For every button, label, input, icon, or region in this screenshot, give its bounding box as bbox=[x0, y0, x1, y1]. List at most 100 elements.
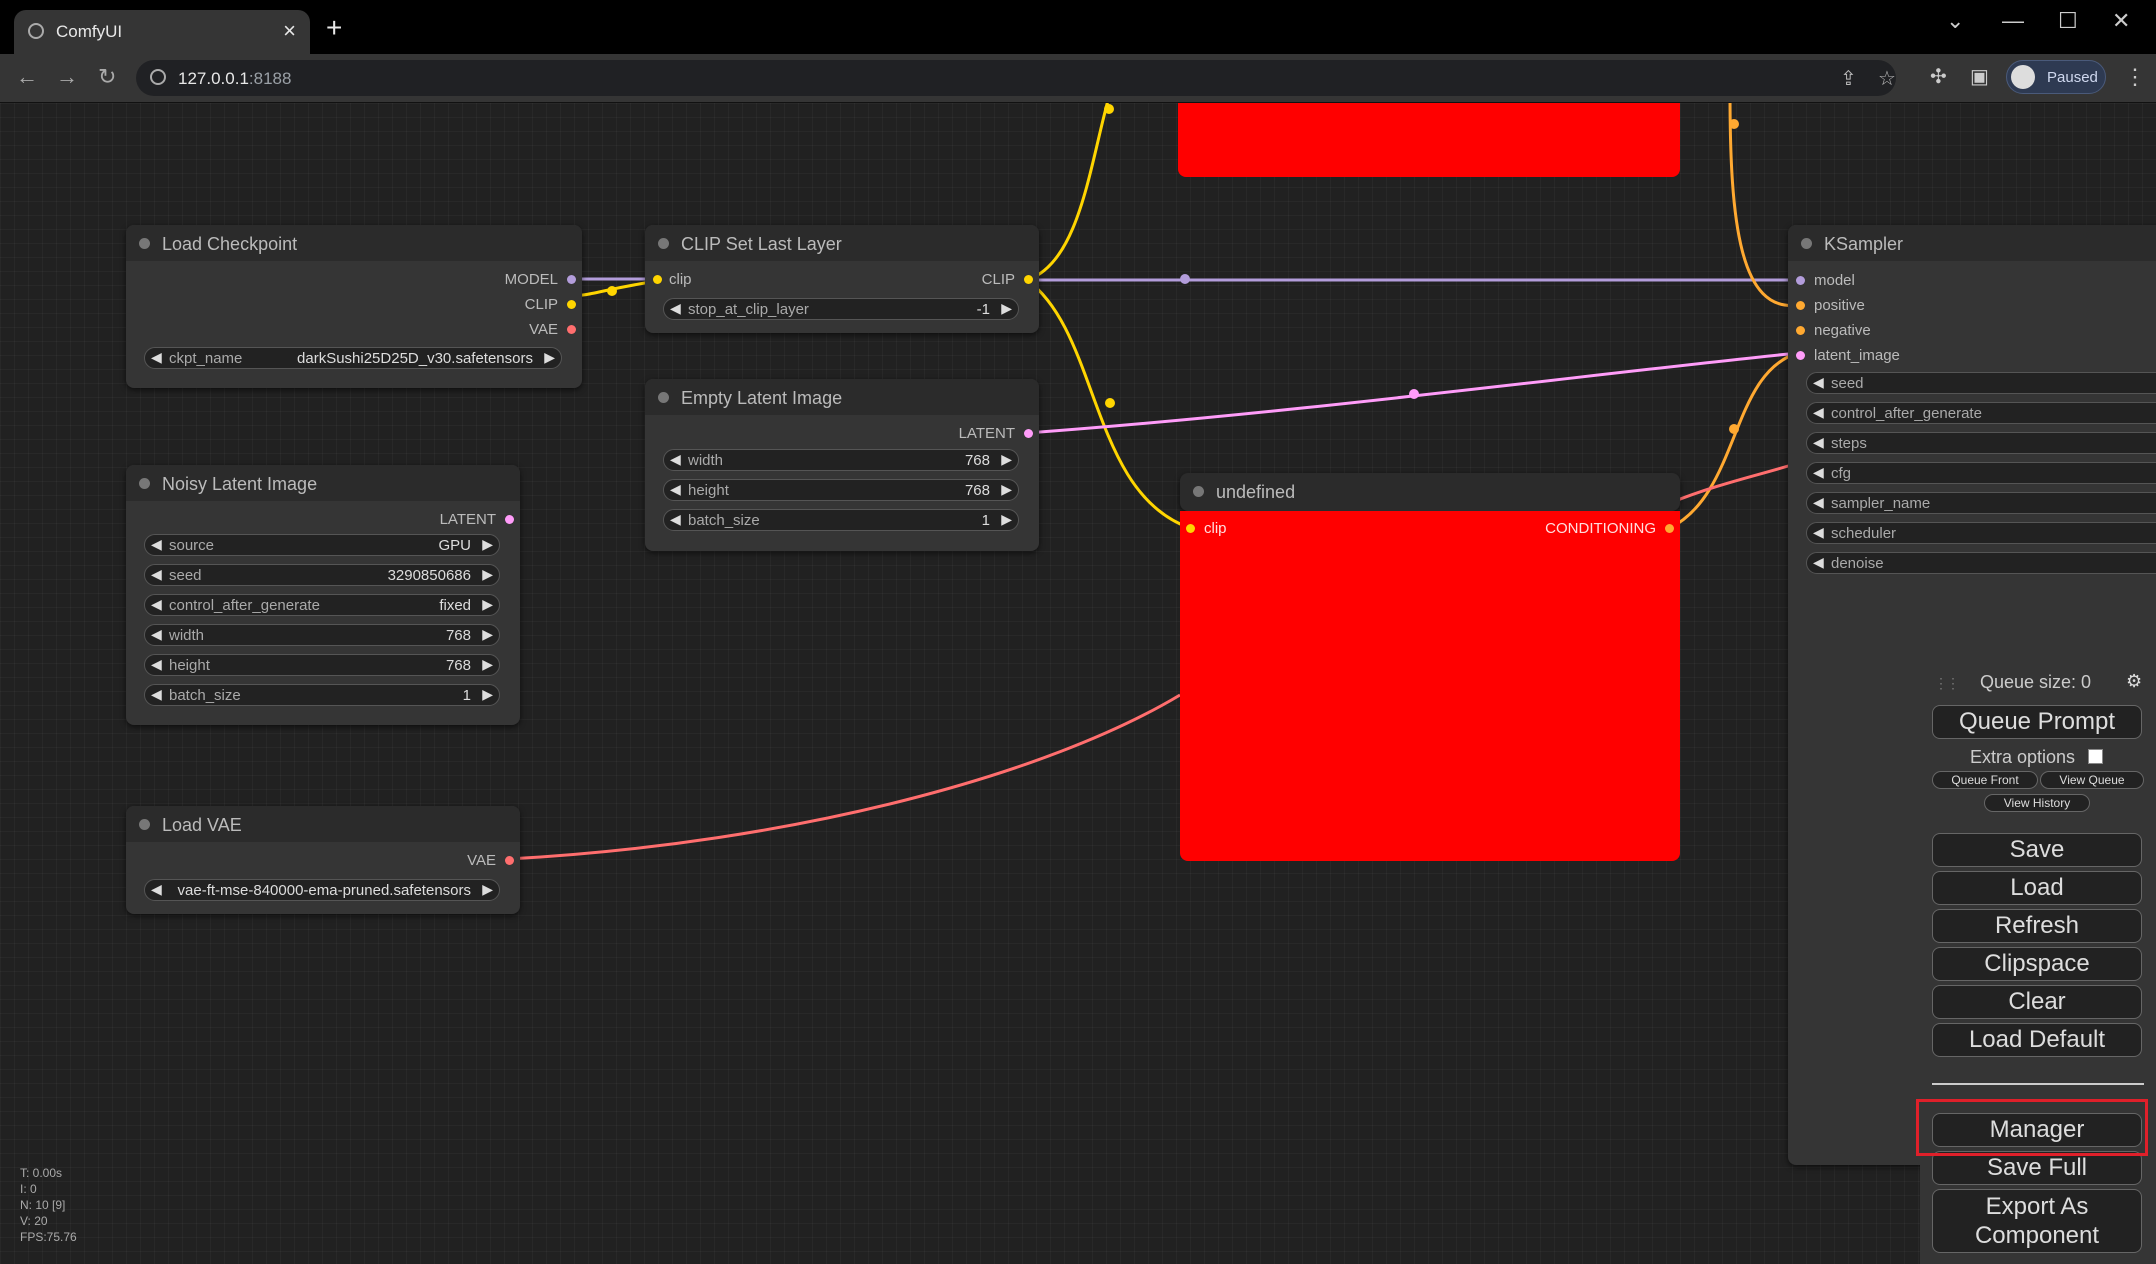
height-widget[interactable]: ◀ height 768 ▶ bbox=[144, 654, 500, 676]
drag-handle-icon[interactable]: ⋮⋮ bbox=[1934, 675, 1960, 692]
width-widget[interactable]: ◀ width 768 ▶ bbox=[663, 449, 1019, 471]
extensions-icon[interactable]: ✣ bbox=[1930, 64, 1947, 89]
node-title-bar[interactable]: Load VAE bbox=[126, 806, 520, 842]
increment-icon[interactable]: ▶ bbox=[482, 686, 493, 703]
decrement-icon[interactable]: ◀ bbox=[151, 596, 162, 613]
save-button[interactable]: Save bbox=[1932, 833, 2142, 867]
red-node-top[interactable] bbox=[1178, 103, 1680, 177]
node-title-bar[interactable]: Noisy Latent Image bbox=[126, 465, 520, 501]
maximize-icon[interactable]: ☐ bbox=[2058, 8, 2078, 34]
minimize-icon[interactable]: — bbox=[2002, 8, 2024, 34]
collapse-dot[interactable] bbox=[139, 819, 150, 830]
node-noisy-latent-image[interactable]: Noisy Latent Image LATENT ◀ source GPU ▶… bbox=[126, 465, 520, 725]
site-info-icon[interactable] bbox=[150, 69, 166, 85]
extra-options-checkbox[interactable] bbox=[2088, 749, 2103, 764]
decrement-icon[interactable]: ◀ bbox=[670, 481, 681, 498]
seed-widget[interactable]: ◀ seed 3290850686 ▶ bbox=[144, 564, 500, 586]
decrement-icon[interactable]: ◀ bbox=[1813, 434, 1824, 451]
increment-icon[interactable]: ▶ bbox=[482, 566, 493, 583]
increment-icon[interactable]: ▶ bbox=[482, 626, 493, 643]
output-latent-slot[interactable] bbox=[505, 515, 514, 524]
graph-canvas[interactable]: Load Checkpoint MODEL CLIP VAE ◀ ckpt_na… bbox=[0, 103, 2156, 1264]
collapse-dot[interactable] bbox=[658, 392, 669, 403]
batch-size-widget[interactable]: ◀ batch_size 1 ▶ bbox=[144, 684, 500, 706]
save-full-button[interactable]: Save Full bbox=[1932, 1151, 2142, 1185]
node-title-bar[interactable]: CLIP Set Last Layer bbox=[645, 225, 1039, 261]
share-icon[interactable]: ⇪ bbox=[1840, 66, 1857, 91]
output-clip-slot[interactable] bbox=[1024, 275, 1033, 284]
decrement-icon[interactable]: ◀ bbox=[151, 626, 162, 643]
decrement-icon[interactable]: ◀ bbox=[670, 300, 681, 317]
increment-icon[interactable]: ▶ bbox=[482, 596, 493, 613]
output-latent-slot[interactable] bbox=[1024, 429, 1033, 438]
sampler-name-widget[interactable]: ◀ sampler_name bbox=[1806, 492, 2156, 514]
collapse-dot[interactable] bbox=[1801, 238, 1812, 249]
decrement-icon[interactable]: ◀ bbox=[1813, 464, 1824, 481]
decrement-icon[interactable]: ◀ bbox=[670, 451, 681, 468]
forward-icon[interactable]: → bbox=[56, 64, 78, 90]
node-undefined[interactable]: undefined bbox=[1180, 473, 1680, 511]
output-conditioning-slot[interactable] bbox=[1665, 524, 1674, 533]
vae-name-combo[interactable]: ◀ vae-ft-mse-840000-ema-pruned.safetenso… bbox=[144, 879, 500, 901]
control-after-generate-widget[interactable]: ◀ control_after_generate bbox=[1806, 402, 2156, 424]
load-button[interactable]: Load bbox=[1932, 871, 2142, 905]
decrement-icon[interactable]: ◀ bbox=[151, 686, 162, 703]
input-positive-slot[interactable] bbox=[1796, 301, 1805, 310]
input-clip-slot[interactable] bbox=[1186, 524, 1195, 533]
stop-at-clip-layer-widget[interactable]: ◀ stop_at_clip_layer -1 ▶ bbox=[663, 298, 1019, 320]
collapse-dot[interactable] bbox=[1193, 486, 1204, 497]
close-tab-icon[interactable]: × bbox=[283, 18, 296, 44]
queue-front-button[interactable]: Queue Front bbox=[1932, 771, 2038, 789]
seed-widget[interactable]: ◀ seed bbox=[1806, 372, 2156, 394]
output-vae-slot[interactable] bbox=[567, 325, 576, 334]
profile-button[interactable]: Paused bbox=[2006, 60, 2106, 94]
node-title-bar[interactable]: Load Checkpoint bbox=[126, 225, 582, 261]
collapse-dot[interactable] bbox=[658, 238, 669, 249]
decrement-icon[interactable]: ◀ bbox=[1813, 494, 1824, 511]
batch-size-widget[interactable]: ◀ batch_size 1 ▶ bbox=[663, 509, 1019, 531]
output-clip-slot[interactable] bbox=[567, 300, 576, 309]
bookmark-star-icon[interactable]: ☆ bbox=[1878, 66, 1896, 91]
width-widget[interactable]: ◀ width 768 ▶ bbox=[144, 624, 500, 646]
increment-icon[interactable]: ▶ bbox=[1001, 481, 1012, 498]
decrement-icon[interactable]: ◀ bbox=[151, 656, 162, 673]
node-load-checkpoint[interactable]: Load Checkpoint MODEL CLIP VAE ◀ ckpt_na… bbox=[126, 225, 582, 388]
refresh-button[interactable]: Refresh bbox=[1932, 909, 2142, 943]
gear-icon[interactable]: ⚙ bbox=[2126, 671, 2142, 692]
input-model-slot[interactable] bbox=[1796, 276, 1805, 285]
browser-tab[interactable]: ComfyUI × bbox=[14, 10, 310, 54]
load-default-button[interactable]: Load Default bbox=[1932, 1023, 2142, 1057]
clear-button[interactable]: Clear bbox=[1932, 985, 2142, 1019]
increment-icon[interactable]: ▶ bbox=[1001, 300, 1012, 317]
export-as-component-button[interactable]: Export As Component bbox=[1932, 1189, 2142, 1253]
decrement-icon[interactable]: ◀ bbox=[670, 511, 681, 528]
source-widget[interactable]: ◀ source GPU ▶ bbox=[144, 534, 500, 556]
denoise-widget[interactable]: ◀ denoise bbox=[1806, 552, 2156, 574]
reload-icon[interactable]: ↻ bbox=[98, 64, 116, 90]
close-window-icon[interactable]: ✕ bbox=[2112, 8, 2130, 34]
node-title-bar[interactable]: KSampler bbox=[1788, 225, 2156, 261]
decrement-icon[interactable]: ◀ bbox=[1813, 374, 1824, 391]
side-panel-icon[interactable]: ▣ bbox=[1970, 64, 1989, 89]
decrement-icon[interactable]: ◀ bbox=[1813, 554, 1824, 571]
new-tab-button[interactable]: + bbox=[326, 14, 342, 42]
decrement-icon[interactable]: ◀ bbox=[151, 349, 162, 366]
collapse-dot[interactable] bbox=[139, 238, 150, 249]
decrement-icon[interactable]: ◀ bbox=[151, 566, 162, 583]
view-history-button[interactable]: View History bbox=[1984, 794, 2090, 812]
increment-icon[interactable]: ▶ bbox=[482, 881, 493, 898]
tab-search-icon[interactable]: ⌄ bbox=[1946, 8, 1964, 34]
output-model-slot[interactable] bbox=[567, 275, 576, 284]
scheduler-widget[interactable]: ◀ scheduler bbox=[1806, 522, 2156, 544]
node-load-vae[interactable]: Load VAE VAE ◀ vae-ft-mse-840000-ema-pru… bbox=[126, 806, 520, 914]
collapse-dot[interactable] bbox=[139, 478, 150, 489]
increment-icon[interactable]: ▶ bbox=[544, 349, 555, 366]
clipspace-button[interactable]: Clipspace bbox=[1932, 947, 2142, 981]
input-clip-slot[interactable] bbox=[653, 275, 662, 284]
decrement-icon[interactable]: ◀ bbox=[1813, 404, 1824, 421]
cfg-widget[interactable]: ◀ cfg bbox=[1806, 462, 2156, 484]
decrement-icon[interactable]: ◀ bbox=[151, 881, 162, 898]
ckpt-name-combo[interactable]: ◀ ckpt_name darkSushi25D25D_v30.safetens… bbox=[144, 347, 562, 369]
url-field[interactable]: 127.0.0.1:8188 ⇪ ☆ bbox=[136, 60, 1896, 96]
decrement-icon[interactable]: ◀ bbox=[1813, 524, 1824, 541]
